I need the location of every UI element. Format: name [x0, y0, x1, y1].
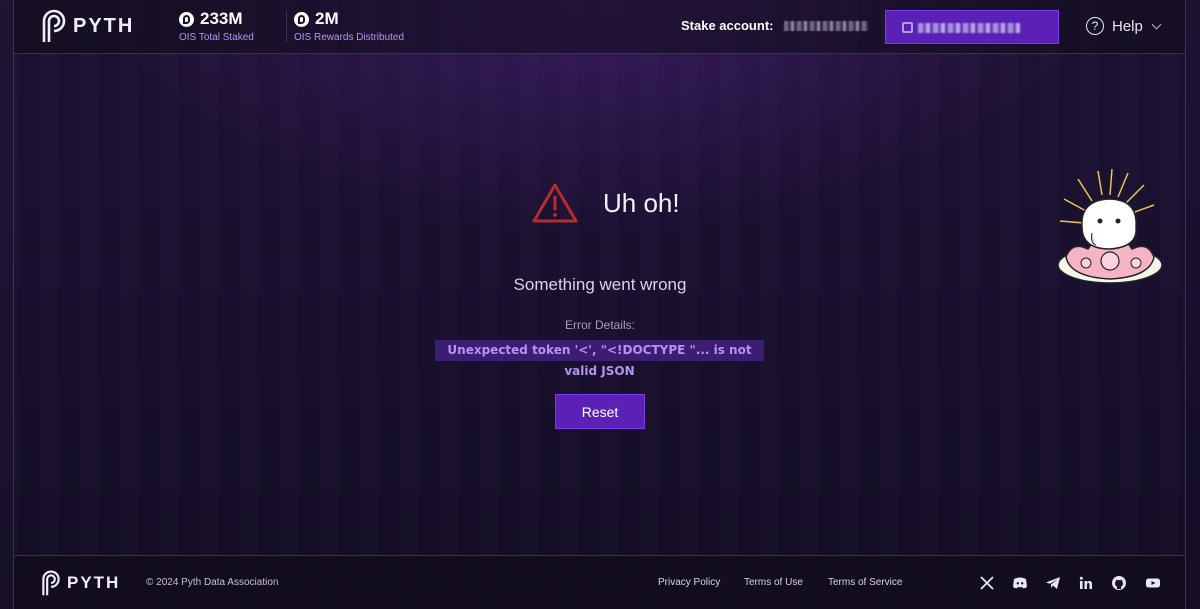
terms-of-use-link[interactable]: Terms of Use: [744, 577, 803, 588]
header-divider: [286, 11, 287, 42]
github-icon[interactable]: [1111, 575, 1127, 591]
copyright-text: © 2024 Pyth Data Association: [146, 577, 279, 588]
privacy-policy-link[interactable]: Privacy Policy: [658, 577, 720, 588]
linkedin-icon[interactable]: [1078, 575, 1094, 591]
telegram-icon[interactable]: [1045, 575, 1061, 591]
stake-account-label: Stake account:: [681, 18, 774, 33]
help-menu[interactable]: ? Help: [1086, 17, 1162, 35]
footer-pyth-logo[interactable]: PYTH: [41, 570, 120, 596]
wallet-button[interactable]: [885, 10, 1059, 44]
error-header: Uh oh!: [531, 182, 680, 224]
wallet-icon: [902, 22, 913, 33]
pyth-logo[interactable]: PYTH: [41, 9, 134, 43]
question-circle-icon: ?: [1086, 17, 1104, 35]
error-details-label: Error Details:: [564, 318, 635, 332]
page-footer: PYTH © 2024 Pyth Data Association Privac…: [13, 555, 1186, 609]
pyth-logo-icon: [42, 9, 66, 42]
warning-triangle-icon: [532, 183, 578, 223]
stat-caption: OIS Total Staked: [179, 32, 254, 43]
pyth-logo-icon: [42, 570, 60, 596]
stat-rewards-distributed: 2M OIS Rewards Distributed: [294, 9, 404, 43]
ois-token-icon: [294, 11, 309, 27]
content-frame: [13, 53, 1186, 556]
mascot-sticker-image: [1057, 168, 1163, 284]
chevron-down-icon: [1151, 19, 1162, 29]
top-header: PYTH 233M OIS Total Staked 2M OIS Reward…: [13, 0, 1186, 54]
error-subtitle: Something went wrong: [513, 275, 687, 294]
error-title: Uh oh!: [603, 187, 680, 218]
stake-account-address-redacted[interactable]: [784, 21, 868, 31]
x-icon[interactable]: [979, 575, 995, 591]
reset-button[interactable]: Reset: [555, 394, 645, 429]
error-details-code: Unexpected token '<', "<!DOCTYPE "... is…: [435, 340, 764, 378]
brand-name: PYTH: [73, 14, 135, 37]
stat-value: 233M: [200, 9, 243, 28]
youtube-icon[interactable]: [1145, 575, 1161, 591]
ois-token-icon: [179, 11, 194, 27]
wallet-address-redacted: [918, 23, 1020, 33]
stat-caption: OIS Rewards Distributed: [294, 32, 405, 43]
discord-icon[interactable]: [1012, 575, 1028, 591]
terms-of-service-link[interactable]: Terms of Service: [828, 577, 902, 588]
stat-total-staked: 233M OIS Total Staked: [179, 9, 254, 43]
help-label: Help: [1112, 17, 1143, 35]
stat-value: 2M: [315, 9, 339, 28]
footer-brand-name: PYTH: [67, 573, 121, 592]
